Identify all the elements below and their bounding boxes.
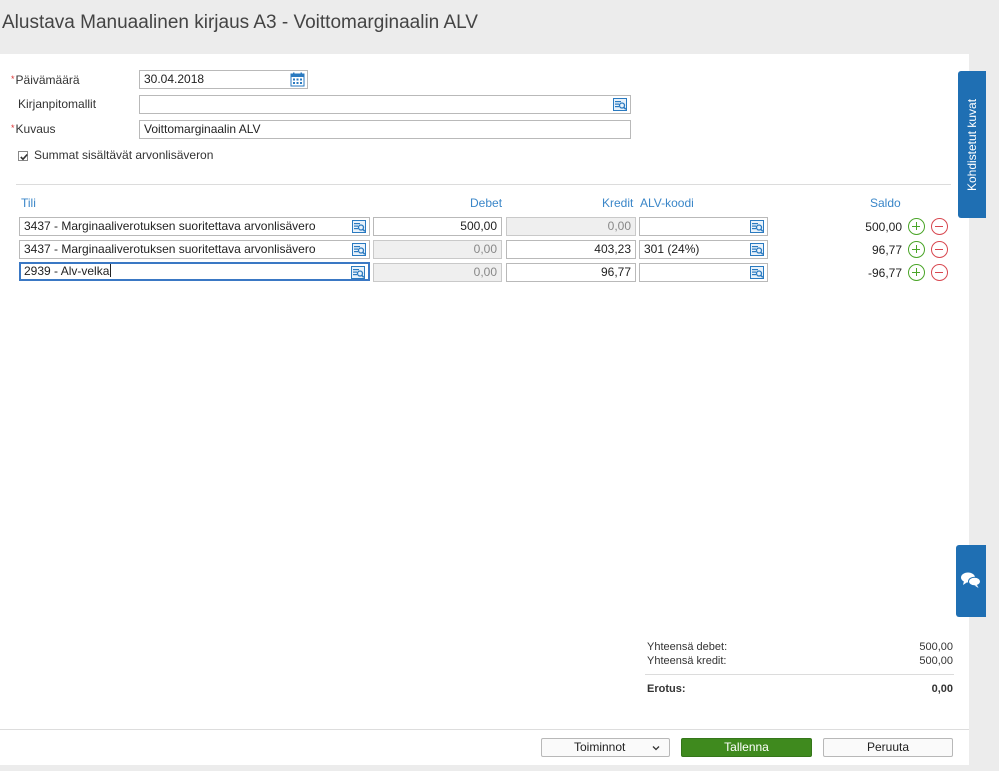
attached-images-tab[interactable]: Kohdistetut kuvat (958, 71, 986, 218)
add-row-icon[interactable] (908, 218, 925, 235)
account-field[interactable]: 3437 - Marginaaliverotuksen suoritettava… (19, 240, 370, 259)
account-value: 2939 - Alv-velka (24, 264, 110, 278)
column-header-vat-code: ALV-koodi (640, 196, 694, 210)
vat-included-label: Summat sisältävät arvonlisäveron (34, 148, 214, 162)
summary-divider (645, 674, 954, 675)
add-row-icon[interactable] (908, 264, 925, 281)
text-cursor (110, 264, 112, 277)
required-mark: * (11, 74, 15, 84)
column-header-balance: Saldo (870, 196, 901, 210)
date-label: *Päivämäärä (11, 73, 80, 87)
description-label: *Kuvaus (11, 122, 56, 136)
page-title: Alustava Manuaalinen kirjaus A3 - Voitto… (2, 12, 478, 33)
lookup-icon[interactable] (613, 98, 627, 111)
save-button[interactable]: Tallenna (681, 738, 812, 757)
chat-tab[interactable] (956, 545, 986, 617)
credit-field[interactable]: 0,00 (506, 217, 636, 236)
lookup-icon[interactable] (750, 266, 764, 279)
total-credit-value: 500,00 (919, 655, 953, 667)
difference-value: 0,00 (931, 683, 953, 695)
checkbox-check-icon (20, 153, 28, 161)
description-value: Voittomarginaalin ALV (144, 122, 261, 136)
add-row-icon[interactable] (908, 241, 925, 258)
summary-panel (0, 625, 969, 729)
balance-value: 96,77 (871, 243, 902, 257)
column-header-credit: Kredit (602, 196, 634, 210)
lookup-icon[interactable] (750, 243, 764, 256)
account-field[interactable]: 3437 - Marginaaliverotuksen suoritettava… (19, 217, 370, 236)
account-value: 3437 - Marginaaliverotuksen suoritettava… (24, 242, 316, 256)
templates-label: Kirjanpitomallit (18, 97, 97, 111)
debit-field[interactable]: 0,00 (373, 240, 502, 259)
total-debit-value: 500,00 (919, 641, 953, 653)
date-label-text: Päivämäärä (15, 73, 80, 87)
description-field[interactable]: Voittomarginaalin ALV (139, 120, 631, 139)
difference-label: Erotus: (647, 683, 686, 695)
credit-field[interactable]: 96,77 (506, 263, 636, 282)
total-credit-label: Yhteensä kredit: (647, 655, 727, 667)
remove-row-icon[interactable] (931, 241, 948, 258)
lookup-icon[interactable] (750, 220, 764, 233)
balance-value: 500,00 (865, 220, 902, 234)
date-field[interactable]: 30.04.2018 (139, 70, 308, 89)
required-mark: * (11, 123, 15, 133)
remove-row-icon[interactable] (931, 218, 948, 235)
vat-code-field[interactable] (639, 263, 768, 282)
vat-included-checkbox[interactable] (18, 151, 28, 161)
lookup-icon[interactable] (352, 243, 366, 256)
lookup-icon[interactable] (352, 220, 366, 233)
actions-label: Toiminnot (574, 740, 626, 754)
entry-form-panel (0, 54, 969, 625)
account-value: 3437 - Marginaaliverotuksen suoritettava… (24, 219, 316, 233)
vat-code-field[interactable]: 301 (24%) (639, 240, 768, 259)
vat-code-value: 301 (24%) (644, 242, 700, 256)
lookup-icon[interactable] (351, 266, 365, 279)
actions-dropdown[interactable]: Toiminnot (541, 738, 670, 757)
debit-field[interactable]: 0,00 (373, 263, 502, 282)
column-header-account: Tili (21, 196, 36, 210)
column-header-debit: Debet (470, 196, 503, 210)
description-label-text: Kuvaus (15, 122, 56, 136)
vat-code-field[interactable] (639, 217, 768, 236)
total-debit-label: Yhteensä debet: (647, 641, 728, 653)
calendar-icon[interactable] (290, 72, 305, 87)
chat-icon (961, 572, 981, 588)
templates-field[interactable] (139, 95, 631, 114)
chevron-down-icon (652, 746, 660, 751)
cancel-button[interactable]: Peruuta (823, 738, 953, 757)
attached-images-label: Kohdistetut kuvat (965, 98, 979, 191)
date-value: 30.04.2018 (144, 72, 205, 86)
debit-field[interactable]: 500,00 (373, 217, 502, 236)
balance-value: -96,77 (867, 266, 902, 280)
remove-row-icon[interactable] (931, 264, 948, 281)
credit-field[interactable]: 403,23 (506, 240, 636, 259)
table-divider (16, 184, 951, 185)
account-field[interactable]: 2939 - Alv-velka (19, 262, 370, 281)
